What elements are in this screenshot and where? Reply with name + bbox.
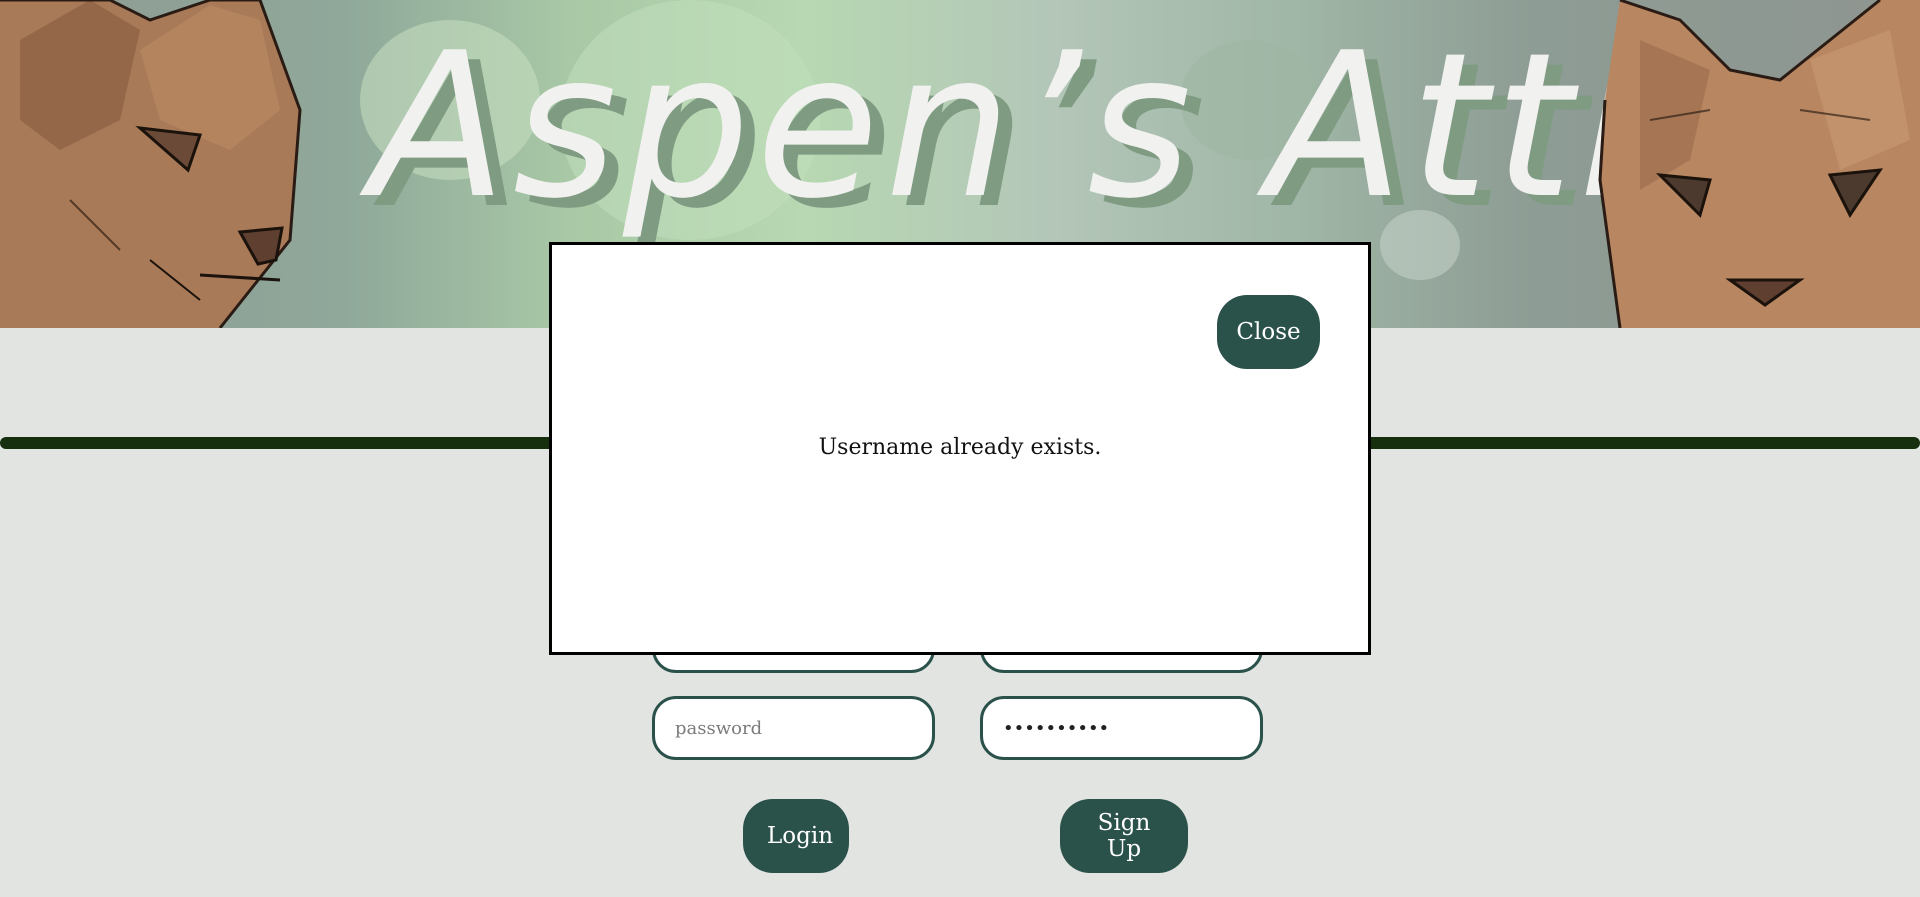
signup-password-field[interactable] <box>980 696 1263 760</box>
login-button[interactable]: Login <box>743 799 849 873</box>
error-modal: Close Username already exists. <box>549 242 1371 655</box>
site-title: Aspen’s Attic <box>370 10 1757 243</box>
page: Aspen’s Attic Login Sign Up Close Userna… <box>0 0 1920 897</box>
login-password-field[interactable] <box>652 696 935 760</box>
error-message: Username already exists. <box>818 435 1102 460</box>
right-cat-illustration <box>1598 0 1920 328</box>
signup-button[interactable]: Sign Up <box>1060 799 1188 873</box>
close-button[interactable]: Close <box>1217 295 1320 369</box>
left-cat-illustration <box>0 0 302 328</box>
